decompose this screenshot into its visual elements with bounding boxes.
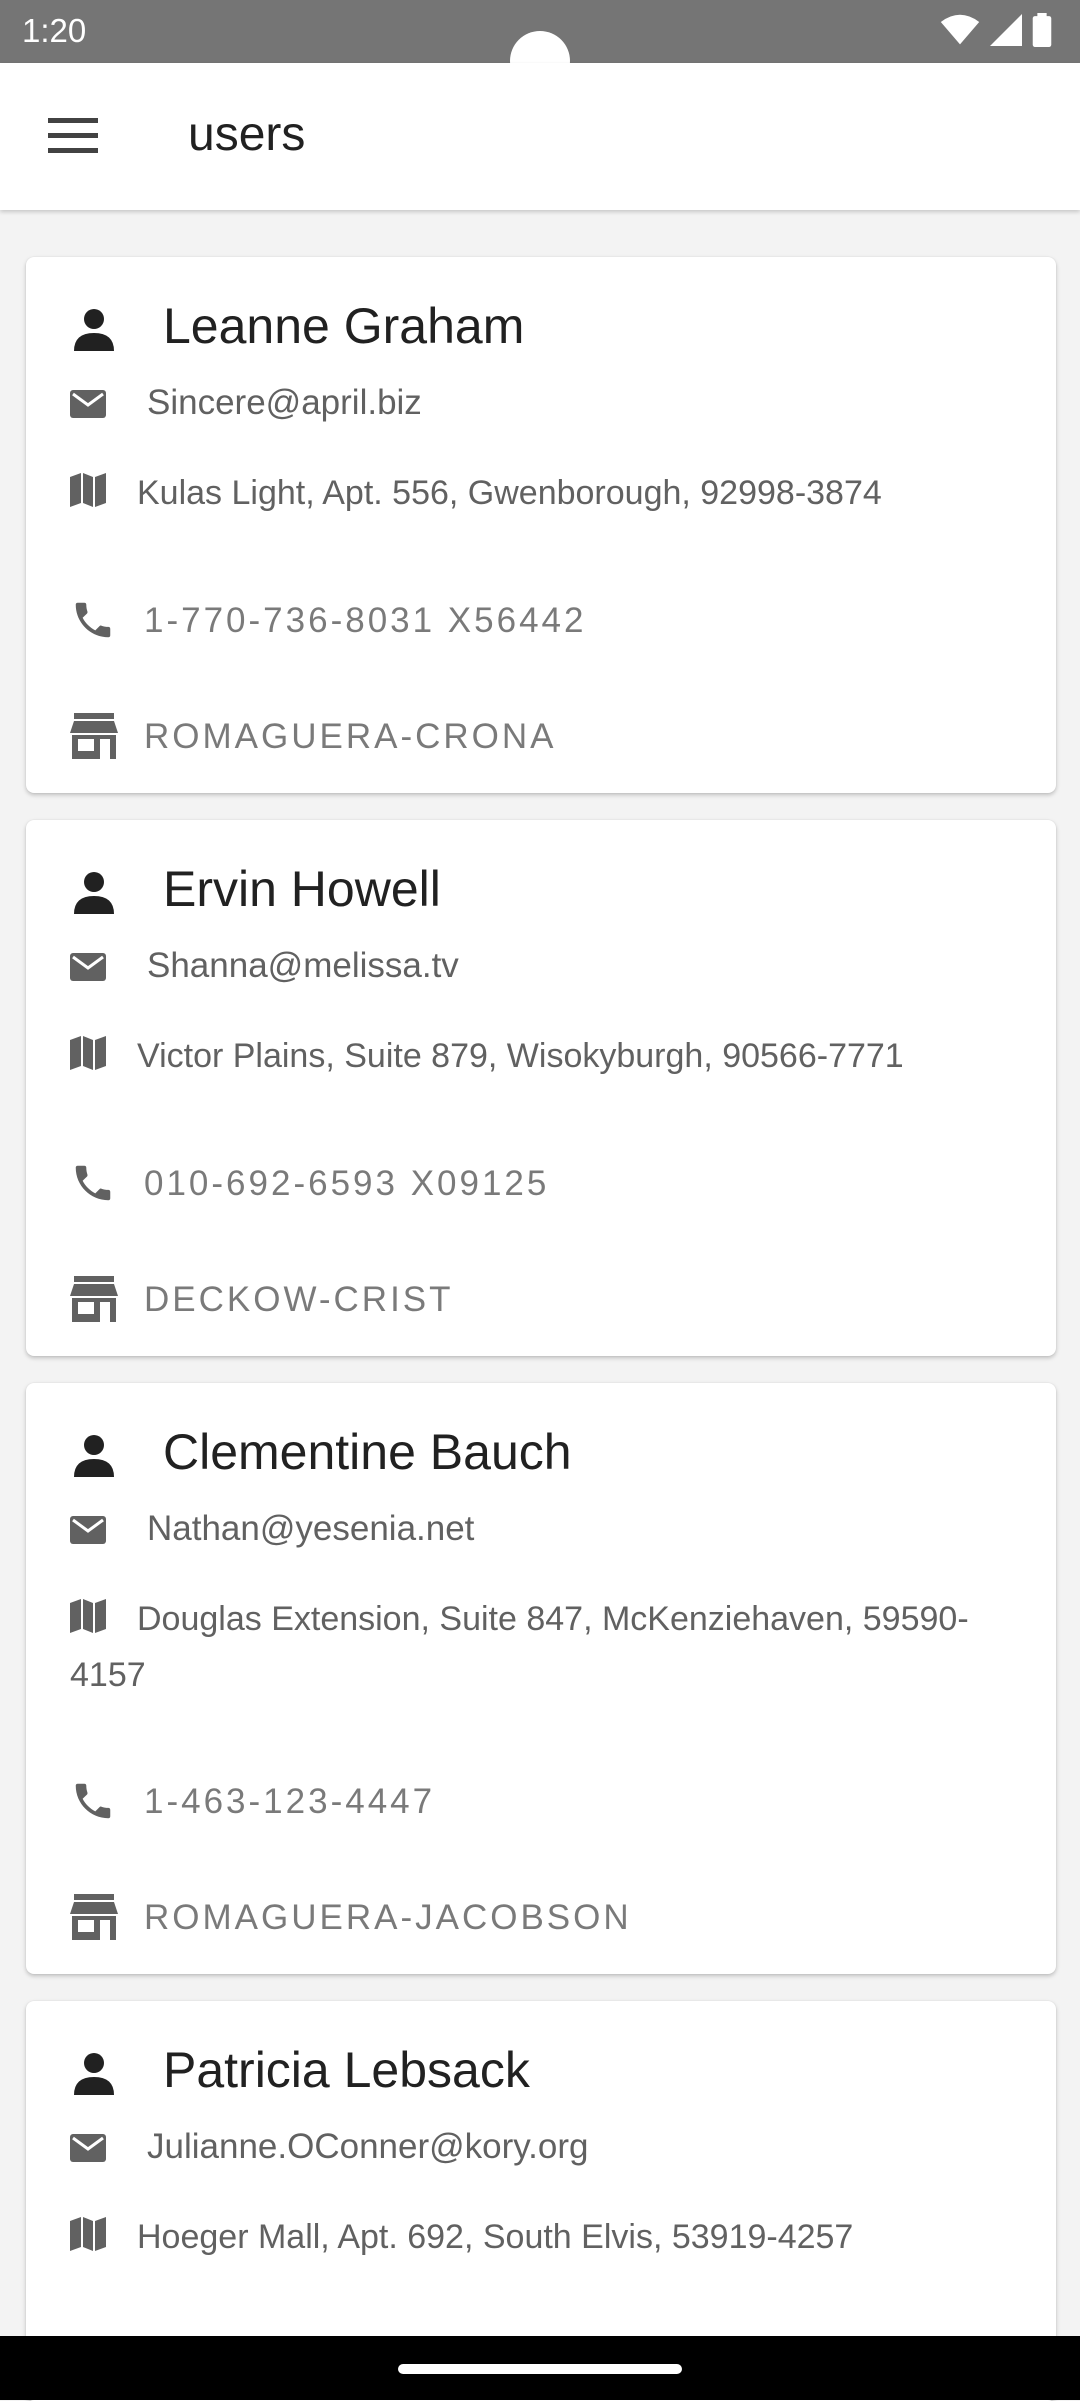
user-company[interactable]: Romaguera-Crona (144, 717, 557, 757)
phone-icon (75, 602, 111, 638)
user-card[interactable]: Clementine Bauch Nathan@yesenia.net Doug… (26, 1383, 1056, 1974)
status-icons (940, 12, 1052, 48)
user-card[interactable]: Ervin Howell Shanna@melissa.tv Victor Pl… (26, 820, 1056, 1356)
signal-icon (990, 14, 1022, 46)
phone-icon (75, 1165, 111, 1201)
user-phone[interactable]: 1-770-736-8031 x56442 (144, 601, 586, 641)
person-icon (74, 2053, 114, 2095)
user-card[interactable]: Leanne Graham Sincere@april.biz Kulas Li… (26, 257, 1056, 793)
user-address: Victor Plains, Suite 879, Wisokyburgh, 9… (137, 1037, 904, 1075)
user-email: Shanna@melissa.tv (147, 946, 459, 985)
store-icon (70, 1894, 118, 1940)
user-name: Leanne Graham (163, 298, 525, 354)
user-phone[interactable]: 010-692-6593 x09125 (144, 1164, 549, 1204)
person-icon (74, 1435, 114, 1477)
home-gesture-handle[interactable] (398, 2364, 682, 2374)
user-name: Clementine Bauch (163, 1424, 572, 1480)
user-company[interactable]: Romaguera-Jacobson (144, 1898, 632, 1938)
status-bar: 1:20 (0, 0, 1080, 91)
email-icon (70, 390, 106, 418)
user-company[interactable]: Deckow-Crist (144, 1280, 454, 1320)
person-icon (74, 309, 114, 351)
store-icon (70, 713, 118, 759)
navigation-bar (0, 2336, 1080, 2400)
battery-icon (1032, 13, 1052, 47)
menu-icon[interactable] (48, 118, 98, 154)
user-address: Kulas Light, Apt. 556, Gwenborough, 9299… (137, 474, 882, 512)
app-bar: users (0, 63, 1080, 210)
user-email: Julianne.OConner@kory.org (147, 2127, 589, 2166)
user-address: Hoeger Mall, Apt. 692, South Elvis, 5391… (137, 2218, 854, 2256)
user-address: Douglas Extension, Suite 847, McKenzieha… (70, 1600, 969, 1694)
phone-icon (75, 1783, 111, 1819)
user-phone[interactable]: 1-463-123-4447 (144, 1782, 435, 1822)
user-email: Nathan@yesenia.net (147, 1509, 475, 1548)
store-icon (70, 1276, 118, 1322)
user-name: Ervin Howell (163, 861, 441, 917)
user-name: Patricia Lebsack (163, 2042, 530, 2098)
email-icon (70, 2134, 106, 2162)
user-email: Sincere@april.biz (147, 383, 422, 422)
status-time: 1:20 (22, 12, 87, 49)
email-icon (70, 1516, 106, 1544)
person-icon (74, 872, 114, 914)
wifi-icon (940, 14, 980, 45)
page-title: users (188, 108, 306, 161)
email-icon (70, 953, 106, 981)
